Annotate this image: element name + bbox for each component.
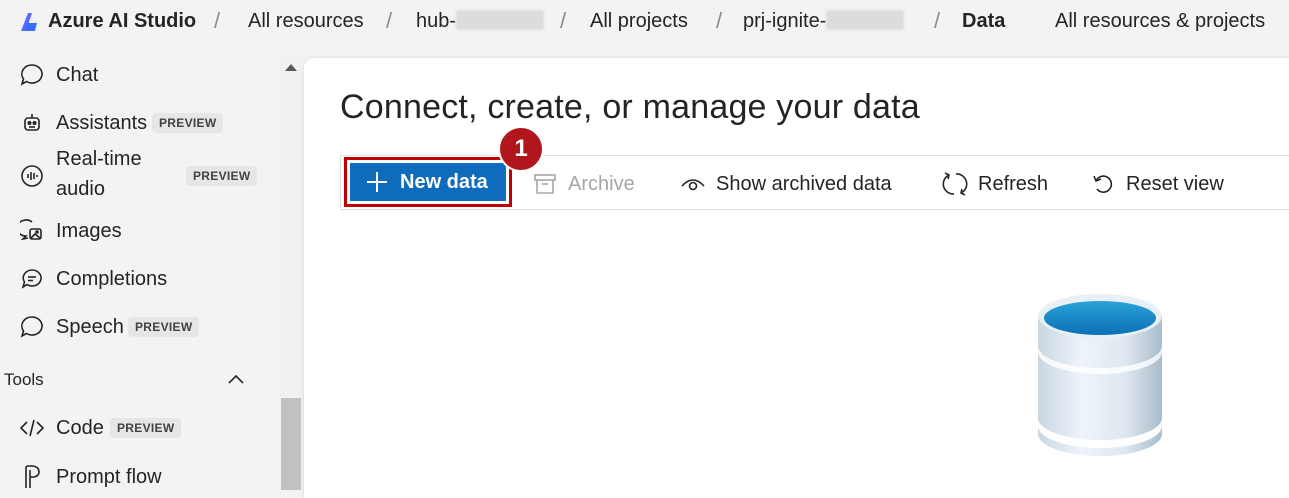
- sidebar-item-realtime-audio[interactable]: Real-time audio PREVIEW: [0, 148, 280, 204]
- code-icon: [18, 414, 46, 442]
- completions-icon: [18, 265, 46, 293]
- preview-badge: PREVIEW: [152, 113, 224, 133]
- tools-section-header[interactable]: Tools: [0, 368, 280, 392]
- archive-icon: [532, 171, 558, 197]
- sidebar-item-label: Images: [56, 219, 122, 242]
- new-data-highlight: New data: [344, 157, 512, 207]
- sidebar-item-label-line1: Real-time: [56, 148, 142, 170]
- breadcrumb-separator: /: [386, 8, 393, 33]
- sidebar: Chat Assistants PREVIEW Real-time audio …: [0, 44, 280, 490]
- archive-label: Archive: [568, 172, 635, 195]
- new-data-label: New data: [400, 170, 488, 193]
- all-resources-projects-link[interactable]: All resources & projects: [1055, 10, 1265, 33]
- audio-icon: [18, 162, 46, 190]
- sidebar-item-label: Completions: [56, 267, 168, 290]
- refresh-icon: [942, 171, 968, 197]
- sidebar-item-images[interactable]: Images: [0, 216, 280, 246]
- main-panel: Connect, create, or manage your data New…: [304, 58, 1289, 498]
- sidebar-item-label: Prompt flow: [56, 465, 162, 488]
- sidebar-item-assistants[interactable]: Assistants PREVIEW: [0, 108, 280, 138]
- chevron-up-icon[interactable]: [226, 370, 246, 390]
- show-archived-data-button[interactable]: Show archived data: [680, 170, 892, 198]
- sidebar-item-completions[interactable]: Completions: [0, 264, 280, 294]
- breadcrumb-separator: /: [716, 8, 723, 33]
- preview-badge: PREVIEW: [128, 317, 200, 337]
- preview-badge: PREVIEW: [186, 166, 258, 186]
- breadcrumb-project[interactable]: prj-ignite-: [743, 10, 905, 33]
- breadcrumb-data[interactable]: Data: [962, 10, 1005, 33]
- preview-badge: PREVIEW: [110, 418, 182, 438]
- breadcrumb-separator: /: [560, 8, 567, 33]
- chat-icon: [18, 61, 46, 89]
- speech-icon: [18, 313, 46, 341]
- redacted-name: [826, 10, 905, 30]
- sidebar-item-chat[interactable]: Chat: [0, 60, 280, 90]
- images-icon: [18, 217, 46, 245]
- sidebar-item-prompt-flow[interactable]: Prompt flow: [0, 462, 280, 492]
- tools-section-label: Tools: [4, 370, 44, 389]
- step-number-badge: 1: [498, 126, 544, 172]
- page-title: Connect, create, or manage your data: [340, 88, 920, 126]
- breadcrumb-hub-label: hub-: [416, 10, 457, 32]
- top-bar: Azure AI Studio / All resources / hub- /…: [0, 0, 1289, 44]
- breadcrumb-project-label: prj-ignite-: [743, 10, 827, 32]
- toolbar-divider: [340, 155, 341, 210]
- toolbar-divider: [340, 209, 1289, 210]
- plus-icon: [367, 172, 387, 192]
- breadcrumb-all-resources[interactable]: All resources: [248, 10, 364, 33]
- scroll-up-arrow-icon[interactable]: [285, 64, 297, 71]
- sidebar-item-label: Speech: [56, 315, 124, 338]
- scrollbar-thumb[interactable]: [281, 398, 301, 490]
- refresh-button[interactable]: Refresh: [942, 170, 1048, 198]
- sidebar-item-code[interactable]: Code PREVIEW: [0, 413, 280, 443]
- archive-button[interactable]: Archive: [532, 170, 635, 198]
- sidebar-item-label: Assistants: [56, 111, 148, 134]
- eye-icon: [680, 171, 706, 197]
- sidebar-item-label: Chat: [56, 63, 99, 86]
- refresh-label: Refresh: [978, 172, 1049, 195]
- breadcrumb-hub[interactable]: hub-: [416, 10, 545, 33]
- reset-icon: [1090, 171, 1116, 197]
- toolbar-divider: [340, 155, 1289, 156]
- sidebar-item-label: Code: [56, 416, 104, 439]
- reset-view-label: Reset view: [1126, 172, 1224, 195]
- breadcrumb-separator: /: [214, 8, 221, 33]
- show-archived-label: Show archived data: [716, 172, 892, 195]
- azure-ai-studio-logo-icon: [21, 13, 37, 31]
- database-illustration-icon: [1038, 294, 1162, 456]
- bot-icon: [18, 109, 46, 137]
- breadcrumb-separator: /: [934, 8, 941, 33]
- reset-view-button[interactable]: Reset view: [1090, 170, 1224, 198]
- redacted-name: [456, 10, 545, 30]
- brand-title[interactable]: Azure AI Studio: [48, 10, 196, 33]
- sidebar-item-label-line2: audio: [56, 178, 105, 200]
- new-data-button[interactable]: New data: [350, 163, 506, 201]
- sidebar-item-speech[interactable]: Speech PREVIEW: [0, 312, 280, 342]
- breadcrumb-all-projects[interactable]: All projects: [590, 10, 688, 33]
- prompt-flow-icon: [18, 463, 46, 491]
